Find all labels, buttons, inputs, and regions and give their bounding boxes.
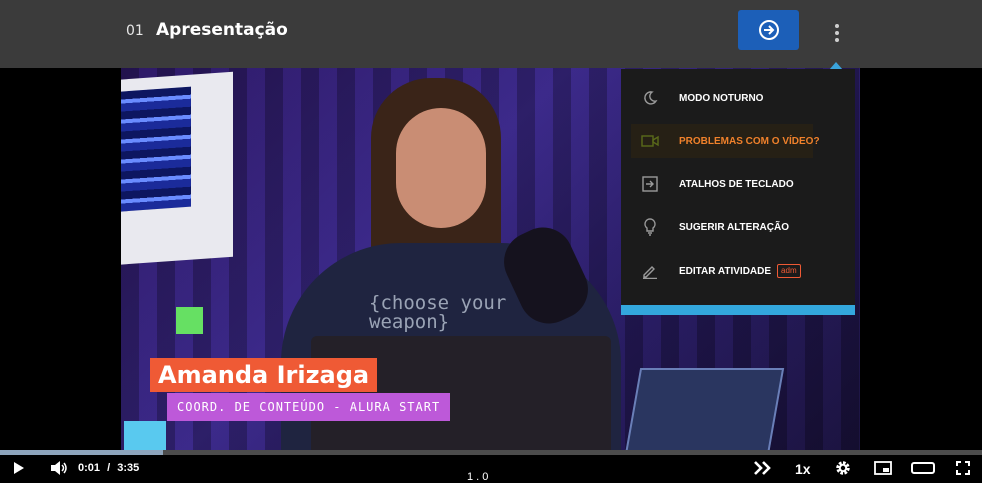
side-laptop <box>621 368 785 452</box>
volume-button[interactable] <box>48 459 70 477</box>
menu-label-suggest-change: SUGERIR ALTERAÇÃO <box>679 221 789 233</box>
admin-badge: adm <box>777 264 801 278</box>
arrow-right-circle-icon <box>758 20 779 40</box>
menu-footer-bar <box>621 305 855 315</box>
menu-item-video-problems[interactable]: PROBLEMAS COM O VÍDEO? <box>631 124 820 158</box>
shirt-print: {choose your weapon} <box>369 294 506 332</box>
keyboard-shortcut-icon <box>641 175 659 193</box>
fullscreen-button[interactable] <box>954 459 972 477</box>
play-button[interactable] <box>10 459 28 477</box>
time-display: 0:01 / 3:35 <box>78 462 139 474</box>
current-time: 0:01 <box>78 462 101 474</box>
presenter-role: COORD. DE CONTEÚDO - ALURA START <box>167 393 451 421</box>
fullscreen-icon <box>956 461 970 475</box>
pencil-icon <box>641 262 659 280</box>
lesson-title: Apresentação <box>156 20 288 40</box>
gear-icon <box>836 461 850 475</box>
menu-label-keyboard-shortcuts: ATALHOS DE TECLADO <box>679 178 794 190</box>
shirt-line-2: weapon} <box>369 311 450 333</box>
decor-square-blue <box>124 421 166 451</box>
play-icon <box>14 462 24 474</box>
moon-icon <box>641 89 659 107</box>
more-options-icon[interactable] <box>826 18 848 48</box>
time-separator: / <box>107 462 111 474</box>
menu-item-edit-activity[interactable]: EDITAR ATIVIDADE adm <box>631 254 813 288</box>
menu-label-video-problems: PROBLEMAS COM O VÍDEO? <box>679 135 820 147</box>
lightbulb-icon <box>641 218 659 236</box>
fast-forward-icon <box>754 461 771 475</box>
lesson-header: 01 Apresentação <box>0 0 982 68</box>
options-menu: MODO NOTURNO PROBLEMAS COM O VÍDEO? ATAL… <box>621 69 855 315</box>
volume-icon <box>51 461 67 475</box>
settings-button[interactable] <box>833 459 853 477</box>
center-overlay-text: 1 . 0 <box>467 471 489 483</box>
presenter-face <box>396 108 486 228</box>
menu-item-night-mode[interactable]: MODO NOTURNO <box>631 81 813 115</box>
video-camera-icon <box>641 132 659 150</box>
presenter-name: Amanda Irizaga <box>150 358 378 392</box>
skip-forward-button[interactable] <box>752 459 774 477</box>
duration: 3:35 <box>117 462 140 474</box>
picture-in-picture-icon <box>874 461 892 475</box>
lesson-number: 01 <box>126 23 144 39</box>
decor-square-green <box>176 307 203 334</box>
menu-item-keyboard-shortcuts[interactable]: ATALHOS DE TECLADO <box>631 167 813 201</box>
theater-mode-button[interactable] <box>910 459 936 477</box>
next-lesson-button[interactable] <box>738 10 799 50</box>
picture-in-picture-button[interactable] <box>873 459 893 477</box>
player-controls: 0:01 / 3:35 1 . 0 1x <box>0 455 982 483</box>
menu-item-suggest-change[interactable]: SUGERIR ALTERAÇÃO <box>631 210 813 244</box>
menu-label-night-mode: MODO NOTURNO <box>679 92 764 104</box>
menu-label-edit-activity: EDITAR ATIVIDADE <box>679 265 772 277</box>
theater-mode-icon <box>911 462 935 474</box>
playback-speed[interactable]: 1x <box>795 461 811 477</box>
wall-poster <box>121 71 233 266</box>
